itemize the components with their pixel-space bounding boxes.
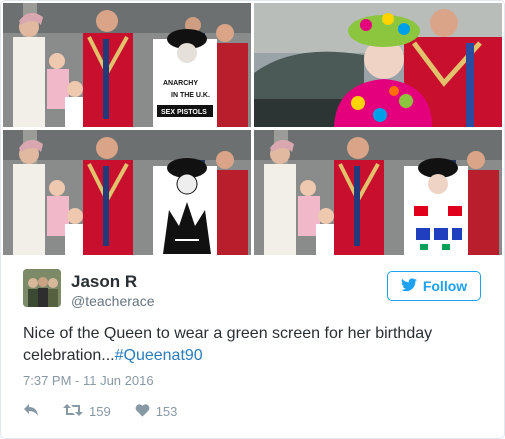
tweet-timestamp[interactable]: 7:37 PM - 11 Jun 2016 <box>23 373 154 388</box>
photo-bottom-left[interactable] <box>3 130 251 255</box>
twitter-bird-icon <box>400 277 417 295</box>
reply-button[interactable] <box>23 403 39 420</box>
photo-grid: ANARCHY IN THE U.K. SEX PISTOLS <box>3 3 502 255</box>
tweet-header: Jason R @teacherace Follow <box>23 269 483 313</box>
sign-line-2: IN THE U.K. <box>171 92 210 99</box>
like-button[interactable]: 153 <box>135 403 178 420</box>
tweet-body: Nice of the Queen to wear a green screen… <box>23 325 433 364</box>
photo-top-left[interactable]: ANARCHY IN THE U.K. SEX PISTOLS <box>3 3 251 127</box>
screen-name[interactable]: @teacherace <box>71 293 154 309</box>
reply-icon <box>23 403 39 420</box>
photo-top-right[interactable] <box>254 3 502 127</box>
tweet-actions: 159 153 <box>23 401 201 421</box>
photo-bottom-right[interactable] <box>254 130 502 255</box>
follow-label: Follow <box>422 278 468 294</box>
hashtag-link[interactable]: #Queenat90 <box>115 347 203 364</box>
sign-line-1: ANARCHY <box>163 80 198 87</box>
sign-line-3: SEX PISTOLS <box>161 109 207 116</box>
avatar[interactable] <box>23 269 61 307</box>
retweet-button[interactable]: 159 <box>63 403 111 420</box>
retweet-count: 159 <box>89 403 111 419</box>
like-count: 153 <box>155 403 178 419</box>
retweet-icon <box>63 403 83 420</box>
display-name[interactable]: Jason R <box>71 272 137 292</box>
tweet-text: Nice of the Queen to wear a green screen… <box>23 323 483 367</box>
follow-button[interactable]: Follow <box>387 271 481 301</box>
heart-icon <box>135 403 150 420</box>
tweet-card: ANARCHY IN THE U.K. SEX PISTOLS Jason R … <box>0 0 505 439</box>
